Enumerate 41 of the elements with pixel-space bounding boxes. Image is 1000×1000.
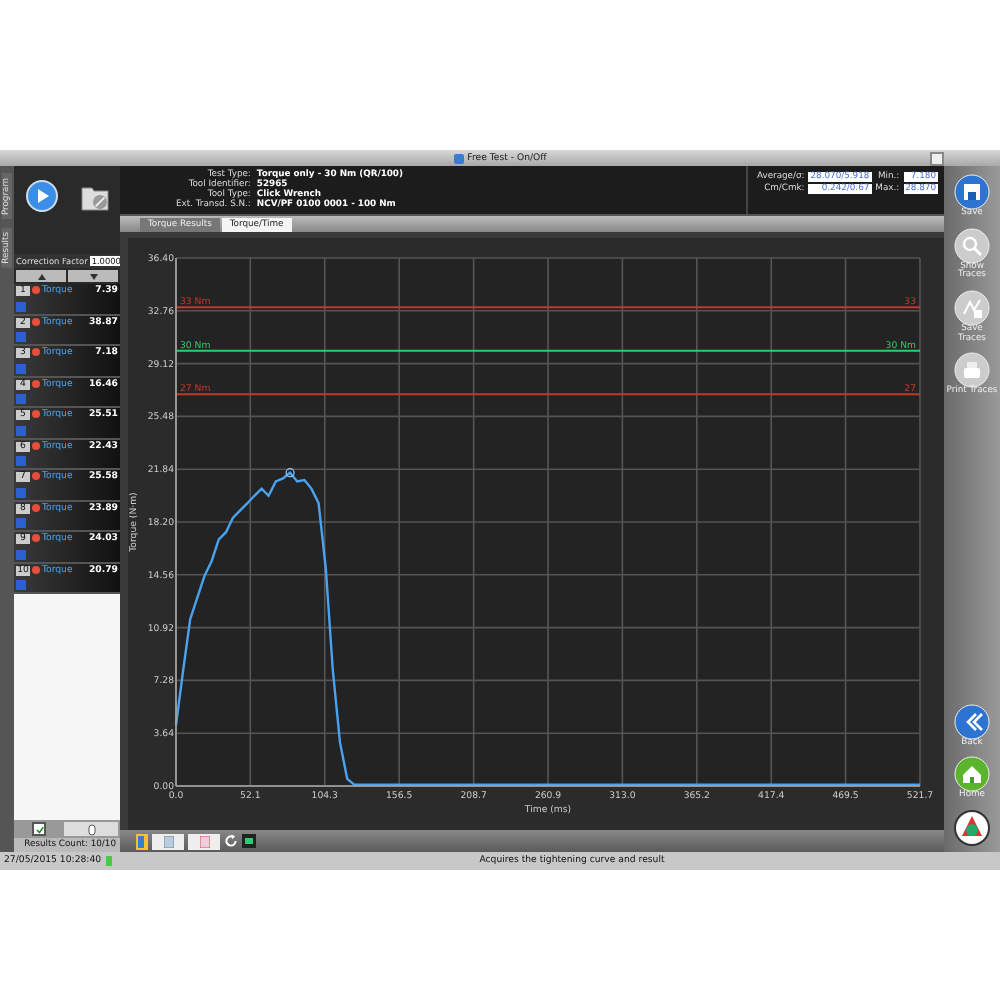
mouse-icon bbox=[87, 823, 95, 835]
chart-view-button[interactable] bbox=[188, 833, 220, 849]
status-dot-icon bbox=[32, 286, 40, 294]
tool-icon bbox=[16, 425, 26, 435]
arrow-up-icon bbox=[37, 273, 45, 279]
play-button[interactable] bbox=[25, 180, 57, 212]
tool-icon bbox=[16, 518, 26, 528]
status-dot-icon bbox=[32, 410, 40, 418]
tool-icon bbox=[16, 549, 26, 559]
document-icon bbox=[163, 835, 173, 847]
sort-up-button[interactable] bbox=[16, 270, 66, 282]
document-icon bbox=[199, 835, 209, 847]
tool-icon bbox=[16, 487, 26, 497]
mouse-button[interactable] bbox=[64, 822, 118, 836]
tool-icon bbox=[16, 394, 26, 404]
monitor-icon[interactable] bbox=[242, 834, 256, 848]
tool-icon bbox=[16, 332, 26, 342]
tool-icon bbox=[16, 580, 26, 590]
tool-icon bbox=[16, 301, 26, 311]
battery-icon bbox=[105, 856, 112, 866]
status-dot-icon bbox=[32, 379, 40, 387]
table-view-button[interactable] bbox=[152, 833, 184, 849]
accept-checkbox[interactable] bbox=[32, 822, 46, 836]
peak-marker bbox=[285, 468, 295, 478]
status-dot-icon bbox=[32, 565, 40, 573]
status-dot-icon bbox=[32, 472, 40, 480]
file-icon[interactable] bbox=[136, 833, 148, 849]
sort-down-button[interactable] bbox=[68, 270, 118, 282]
status-dot-icon bbox=[32, 503, 40, 511]
status-dot-icon bbox=[32, 348, 40, 356]
tool-icon bbox=[16, 363, 26, 373]
status-dot-icon bbox=[32, 534, 40, 542]
logo-icon bbox=[954, 810, 990, 846]
app-icon bbox=[453, 153, 464, 163]
tool-icon bbox=[16, 456, 26, 466]
status-dot-icon bbox=[32, 441, 40, 449]
window-control-icon[interactable] bbox=[930, 152, 944, 166]
status-dot-icon bbox=[32, 317, 40, 325]
arrow-down-icon bbox=[89, 273, 97, 279]
refresh-icon[interactable] bbox=[224, 834, 238, 848]
folder-icon[interactable] bbox=[79, 181, 109, 211]
